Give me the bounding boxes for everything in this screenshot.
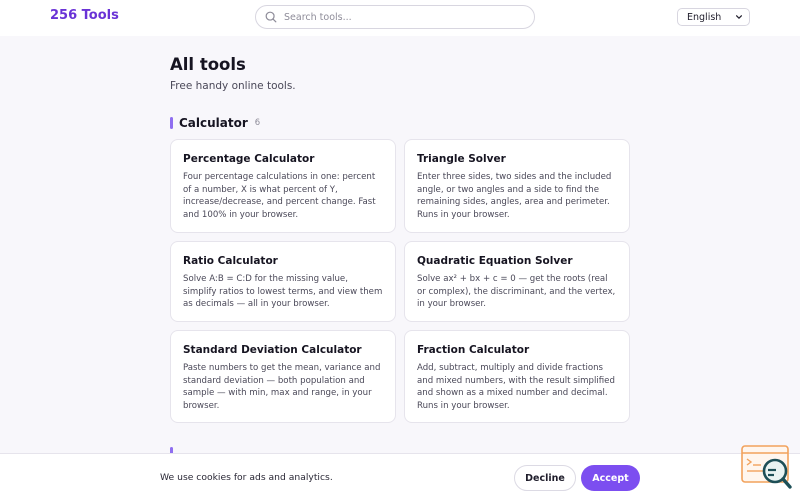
search-input[interactable] <box>284 11 514 23</box>
top-header: 256 Tools English <box>0 0 800 36</box>
decline-button[interactable]: Decline <box>514 465 576 491</box>
cookie-banner: We use cookies for ads and analytics. De… <box>0 453 800 500</box>
chevron-down-icon <box>736 15 742 19</box>
tool-card-ratio-calculator[interactable]: Ratio Calculator Solve A:B = C:D for the… <box>170 241 396 322</box>
tool-card-description: Solve A:B = C:D for the missing value, s… <box>183 274 383 309</box>
tool-card-description: Paste numbers to get the mean, variance … <box>183 363 381 411</box>
site-logo[interactable]: 256 Tools <box>50 8 119 23</box>
tool-card-percentage-calculator[interactable]: Percentage Calculator Four percentage ca… <box>170 139 396 233</box>
tool-card-title: Quadratic Equation Solver <box>417 255 573 267</box>
tool-card-description: Solve ax² + bx + c = 0 — get the roots (… <box>417 274 616 309</box>
page-subtitle: Free handy online tools. <box>170 80 296 92</box>
section-title: Calculator <box>179 116 248 130</box>
search-icon <box>265 11 277 23</box>
tool-card-title: Fraction Calculator <box>417 344 530 356</box>
tool-card-triangle-solver[interactable]: Triangle Solver Enter three sides, two s… <box>404 139 630 233</box>
tool-card-description: Four percentage calculations in one: per… <box>183 172 376 220</box>
language-select[interactable]: English <box>677 8 750 26</box>
tool-card-description: Enter three sides, two sides and the inc… <box>417 172 612 220</box>
page-title: All tools <box>170 55 246 74</box>
tool-card-title: Standard Deviation Calculator <box>183 344 362 356</box>
tool-card-title: Triangle Solver <box>417 153 506 165</box>
tool-card-quadratic-equation-solver[interactable]: Quadratic Equation Solver Solve ax² + bx… <box>404 241 630 322</box>
section-header-calculator: Calculator 6 <box>170 116 260 130</box>
search-box[interactable] <box>255 5 535 29</box>
tool-card-title: Percentage Calculator <box>183 153 315 165</box>
tool-card-fraction-calculator[interactable]: Fraction Calculator Add, subtract, multi… <box>404 330 630 423</box>
accept-button[interactable]: Accept <box>581 465 640 491</box>
section-accent-bar <box>170 117 173 129</box>
tool-card-standard-deviation-calculator[interactable]: Standard Deviation Calculator Paste numb… <box>170 330 396 423</box>
language-select-value: English <box>687 11 722 23</box>
tool-card-title: Ratio Calculator <box>183 255 278 267</box>
section-count: 6 <box>254 118 261 128</box>
tool-card-description: Add, subtract, multiply and divide fract… <box>417 363 615 411</box>
help-search-widget-icon[interactable] <box>741 445 793 489</box>
cookie-message: We use cookies for ads and analytics. <box>160 472 333 483</box>
